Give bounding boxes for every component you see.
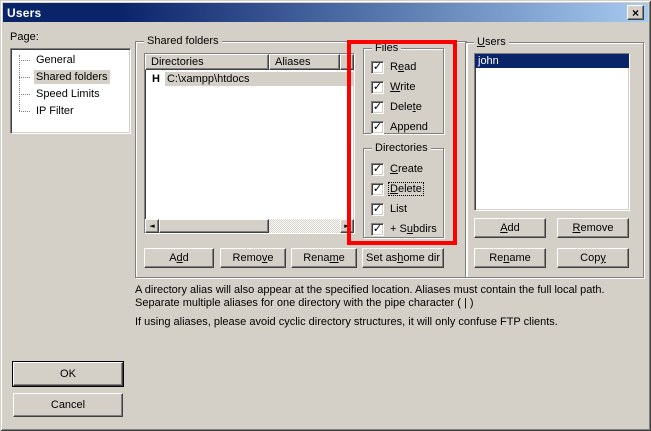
check-icon: ✓ <box>373 163 382 174</box>
user-add-button[interactable]: Add <box>474 218 546 238</box>
arrow-right-icon: ► <box>344 223 349 230</box>
read-checkbox[interactable]: ✓ <box>371 61 384 74</box>
files-permissions-group: Files ✓ Read ✓ Write ✓ Delete ✓ Append <box>363 48 444 134</box>
page-panel-label: Page: <box>10 31 39 43</box>
checkbox-row-append: ✓ Append <box>371 120 429 134</box>
column-header-directories[interactable]: Directories <box>145 54 269 70</box>
check-icon: ✓ <box>373 61 382 72</box>
read-checkbox-label: Read <box>389 61 417 73</box>
window-title: Users <box>3 6 41 20</box>
delete-file-checkbox[interactable]: ✓ <box>371 101 384 114</box>
checkbox-row-create: ✓ Create <box>371 162 424 176</box>
checkbox-row-list: ✓ List <box>371 202 408 216</box>
scrollbar-track[interactable] <box>269 219 340 233</box>
column-header-filler <box>340 54 354 70</box>
delete-dir-checkbox[interactable]: ✓ <box>371 183 384 196</box>
horizontal-scrollbar: ◄ ► <box>145 219 354 233</box>
set-as-home-dir-button[interactable]: Set as home dir <box>362 248 444 268</box>
scroll-right-button[interactable]: ► <box>340 219 354 233</box>
delete-file-checkbox-label: Delete <box>389 101 423 113</box>
notes-section: A directory alias will also appear at th… <box>135 284 643 329</box>
tree-item-speed-limits[interactable]: Speed Limits <box>11 86 130 103</box>
check-icon: ✓ <box>373 101 382 112</box>
checkbox-row-delete-file: ✓ Delete <box>371 100 423 114</box>
check-icon: ✓ <box>373 121 382 132</box>
tree-item-shared-folders[interactable]: Shared folders <box>11 69 130 86</box>
delete-dir-checkbox-label: Delete <box>389 183 423 195</box>
users-dialog: Users × Page: General Shared folders Spe… <box>0 0 651 431</box>
titlebar[interactable]: Users × <box>3 3 648 22</box>
cyclic-note-text: If using aliases, please avoid cyclic di… <box>135 316 643 329</box>
subdirs-checkbox-label: + Subdirs <box>389 223 438 235</box>
page-tree: General Shared folders Speed Limits IP F… <box>10 48 131 134</box>
directory-path: C:\xampp\htdocs <box>165 72 354 86</box>
list-checkbox[interactable]: ✓ <box>371 203 384 216</box>
check-icon: ✓ <box>373 81 382 92</box>
checkbox-row-write: ✓ Write <box>371 80 416 94</box>
user-list-item[interactable]: john <box>475 54 629 68</box>
close-icon: × <box>632 7 639 19</box>
check-icon: ✓ <box>373 203 382 214</box>
scroll-left-button[interactable]: ◄ <box>145 219 159 233</box>
tree-item-label: General <box>34 53 77 67</box>
tree-item-label: Shared folders <box>34 70 110 84</box>
user-copy-button[interactable]: Copy <box>557 248 629 268</box>
check-icon: ✓ <box>373 223 382 234</box>
ok-button[interactable]: OK <box>13 362 123 386</box>
checkbox-row-subdirs: ✓ + Subdirs <box>371 222 438 236</box>
tree-item-label: IP Filter <box>34 104 76 118</box>
check-icon: ✓ <box>373 183 382 194</box>
arrow-left-icon: ◄ <box>149 223 154 230</box>
user-remove-button[interactable]: Remove <box>557 218 629 238</box>
write-checkbox[interactable]: ✓ <box>371 81 384 94</box>
tree-item-label: Speed Limits <box>34 87 102 101</box>
files-group-label: Files <box>372 42 401 54</box>
alias-note-text: A directory alias will also appear at th… <box>135 284 643 310</box>
append-checkbox-label: Append <box>389 121 429 133</box>
folder-add-button[interactable]: Add <box>144 248 214 268</box>
home-dir-marker: H <box>152 73 160 85</box>
directories-permissions-group: Directories ✓ Create ✓ Delete ✓ List ✓ +… <box>363 148 444 238</box>
scrollbar-thumb[interactable] <box>159 219 269 233</box>
folder-remove-button[interactable]: Remove <box>220 248 286 268</box>
directory-row[interactable]: H C:\xampp\htdocs <box>145 71 354 86</box>
append-checkbox[interactable]: ✓ <box>371 121 384 134</box>
checkbox-row-read: ✓ Read <box>371 60 417 74</box>
subdirs-checkbox[interactable]: ✓ <box>371 223 384 236</box>
close-button[interactable]: × <box>627 5 644 20</box>
folder-rename-button[interactable]: Rename <box>291 248 357 268</box>
column-header-aliases[interactable]: Aliases <box>269 54 340 70</box>
user-rename-button[interactable]: Rename <box>474 248 546 268</box>
users-group-label: Users <box>474 36 509 48</box>
create-checkbox[interactable]: ✓ <box>371 163 384 176</box>
tree-item-general[interactable]: General <box>11 52 130 69</box>
directories-group-label: Directories <box>372 142 431 154</box>
checkbox-row-delete-dir: ✓ Delete <box>371 182 423 196</box>
create-checkbox-label: Create <box>389 163 424 175</box>
list-checkbox-label: List <box>389 203 408 215</box>
directories-list: Directories Aliases H C:\xampp\htdocs ◄ … <box>144 53 355 234</box>
tree-item-ip-filter[interactable]: IP Filter <box>11 103 130 120</box>
cancel-button[interactable]: Cancel <box>13 393 123 417</box>
users-list: john <box>474 53 630 211</box>
shared-folders-group-label: Shared folders <box>144 35 222 47</box>
write-checkbox-label: Write <box>389 81 416 93</box>
directories-list-header: Directories Aliases <box>145 54 354 70</box>
users-group: Users john Add Remove Rename Copy <box>465 42 644 278</box>
